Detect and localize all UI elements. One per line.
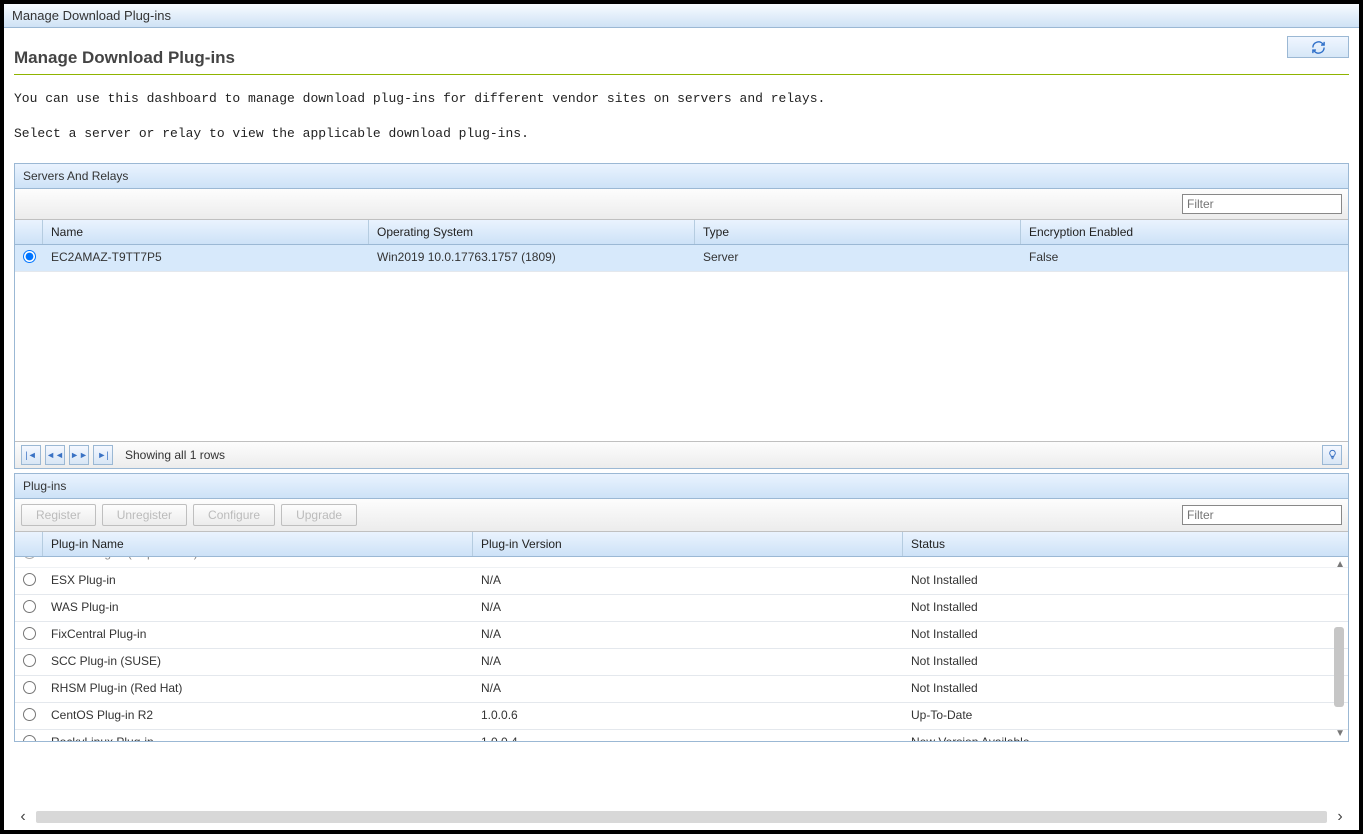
page-title: Manage Download Plug-ins	[14, 38, 1349, 74]
servers-panel-header: Servers And Relays	[15, 164, 1348, 189]
plugin-name: SCC Plug-in (SUSE)	[43, 649, 473, 675]
plugin-status: Not Installed	[903, 622, 1348, 648]
table-row[interactable]: RHSM Plug-in (Red Hat)N/ANot Installed	[15, 676, 1348, 703]
plugin-version: N/A	[473, 595, 903, 621]
hint-icon-button[interactable]	[1322, 445, 1342, 465]
plugin-status: Up-To-Date	[903, 703, 1348, 729]
col-header-name[interactable]: Name	[43, 220, 369, 244]
col-header-type[interactable]: Type	[695, 220, 1021, 244]
plugin-status: Not Installed	[903, 595, 1348, 621]
col-header-status[interactable]: Status	[903, 532, 1348, 556]
plugin-status: Not Installed	[903, 557, 1348, 567]
table-row[interactable]: SCC Plug-in (SUSE)N/ANot Installed	[15, 649, 1348, 676]
col-header-os[interactable]: Operating System	[369, 220, 695, 244]
plugin-radio[interactable]	[23, 600, 36, 613]
plugins-filter-input[interactable]	[1182, 505, 1342, 525]
plugin-radio[interactable]	[23, 681, 36, 694]
plugins-panel: Plug-ins Register Unregister Configure U…	[14, 473, 1349, 742]
scroll-down-icon[interactable]: ▼	[1335, 728, 1345, 739]
configure-button[interactable]: Configure	[193, 504, 275, 526]
plugin-version: N/A	[473, 568, 903, 594]
intro-text: You can use this dashboard to manage dow…	[14, 89, 1349, 145]
scroll-up-icon[interactable]: ▲	[1335, 559, 1345, 570]
last-page-button[interactable]: ►|	[93, 445, 113, 465]
servers-panel: Servers And Relays Name Operating System…	[14, 163, 1349, 469]
horizontal-scrollbar[interactable]: ‹ ›	[10, 808, 1353, 826]
table-row[interactable]: WAS Plug-inN/ANot Installed	[15, 595, 1348, 622]
plugin-status: Not Installed	[903, 568, 1348, 594]
window-title: Manage Download Plug-ins	[12, 8, 171, 23]
server-radio[interactable]	[23, 250, 36, 263]
table-row[interactable]: FixCentral Plug-inN/ANot Installed	[15, 622, 1348, 649]
plugin-radio[interactable]	[23, 573, 36, 586]
server-name: EC2AMAZ-T9TT7P5	[43, 245, 369, 271]
servers-table-header: Name Operating System Type Encryption En…	[15, 220, 1348, 245]
servers-pager: |◄ ◄◄ ►► ►| Showing all 1 rows	[15, 441, 1348, 468]
col-header-encryption[interactable]: Encryption Enabled	[1021, 220, 1348, 244]
table-row[interactable]: RockyLinux Plug-in1.0.0.4New Version Ava…	[15, 730, 1348, 741]
plugin-version: N/A	[473, 557, 903, 567]
window-titlebar: Manage Download Plug-ins	[4, 4, 1359, 28]
plugin-name: RHSM Plug-in (Red Hat)	[43, 676, 473, 702]
table-row[interactable]: SUSE Plug-in (Deprecated)N/ANot Installe…	[15, 557, 1348, 568]
server-encryption: False	[1021, 245, 1348, 271]
plugin-radio[interactable]	[23, 627, 36, 640]
plugin-name: FixCentral Plug-in	[43, 622, 473, 648]
servers-toolbar	[15, 189, 1348, 220]
plugin-status: New Version Available	[903, 730, 1348, 741]
plugin-version: N/A	[473, 649, 903, 675]
scroll-left-icon[interactable]: ‹	[10, 808, 36, 826]
table-row[interactable]: CentOS Plug-in R21.0.0.6Up-To-Date	[15, 703, 1348, 730]
refresh-button[interactable]	[1287, 36, 1349, 58]
plugins-toolbar: Register Unregister Configure Upgrade	[15, 499, 1348, 532]
plugin-version: N/A	[473, 622, 903, 648]
plugins-table-body[interactable]: SUSE Plug-in (Deprecated)N/ANot Installe…	[15, 557, 1348, 741]
plugin-radio[interactable]	[23, 557, 36, 559]
plugin-radio[interactable]	[23, 735, 36, 741]
upgrade-button[interactable]: Upgrade	[281, 504, 357, 526]
scroll-right-icon[interactable]: ›	[1327, 808, 1353, 826]
plugin-name: SUSE Plug-in (Deprecated)	[43, 557, 473, 567]
lightbulb-icon	[1327, 449, 1338, 460]
servers-table-body: EC2AMAZ-T9TT7P5Win2019 10.0.17763.1757 (…	[15, 245, 1348, 441]
register-button[interactable]: Register	[21, 504, 96, 526]
col-header-plugin-name[interactable]: Plug-in Name	[43, 532, 473, 556]
unregister-button[interactable]: Unregister	[102, 504, 187, 526]
table-row[interactable]: EC2AMAZ-T9TT7P5Win2019 10.0.17763.1757 (…	[15, 245, 1348, 272]
prev-page-button[interactable]: ◄◄	[45, 445, 65, 465]
plugin-status: Not Installed	[903, 649, 1348, 675]
col-radio	[15, 532, 43, 556]
server-os: Win2019 10.0.17763.1757 (1809)	[369, 245, 695, 271]
pager-text: Showing all 1 rows	[125, 448, 225, 462]
col-radio	[15, 220, 43, 244]
plugins-scrollbar[interactable]: ▲ ▼	[1332, 557, 1346, 741]
plugin-name: CentOS Plug-in R2	[43, 703, 473, 729]
intro-line-2: Select a server or relay to view the app…	[14, 124, 1349, 145]
plugin-radio[interactable]	[23, 654, 36, 667]
server-type: Server	[695, 245, 1021, 271]
plugin-name: WAS Plug-in	[43, 595, 473, 621]
servers-filter-input[interactable]	[1182, 194, 1342, 214]
plugin-name: ESX Plug-in	[43, 568, 473, 594]
refresh-icon	[1311, 40, 1326, 55]
plugin-status: Not Installed	[903, 676, 1348, 702]
plugin-version: 1.0.0.6	[473, 703, 903, 729]
plugin-radio[interactable]	[23, 708, 36, 721]
intro-line-1: You can use this dashboard to manage dow…	[14, 89, 1349, 110]
divider	[14, 74, 1349, 75]
plugins-table-header: Plug-in Name Plug-in Version Status	[15, 532, 1348, 557]
col-header-plugin-version[interactable]: Plug-in Version	[473, 532, 903, 556]
plugins-panel-header: Plug-ins	[15, 474, 1348, 499]
plugin-version: 1.0.0.4	[473, 730, 903, 741]
first-page-button[interactable]: |◄	[21, 445, 41, 465]
table-row[interactable]: ESX Plug-inN/ANot Installed	[15, 568, 1348, 595]
plugin-version: N/A	[473, 676, 903, 702]
plugin-name: RockyLinux Plug-in	[43, 730, 473, 741]
next-page-button[interactable]: ►►	[69, 445, 89, 465]
